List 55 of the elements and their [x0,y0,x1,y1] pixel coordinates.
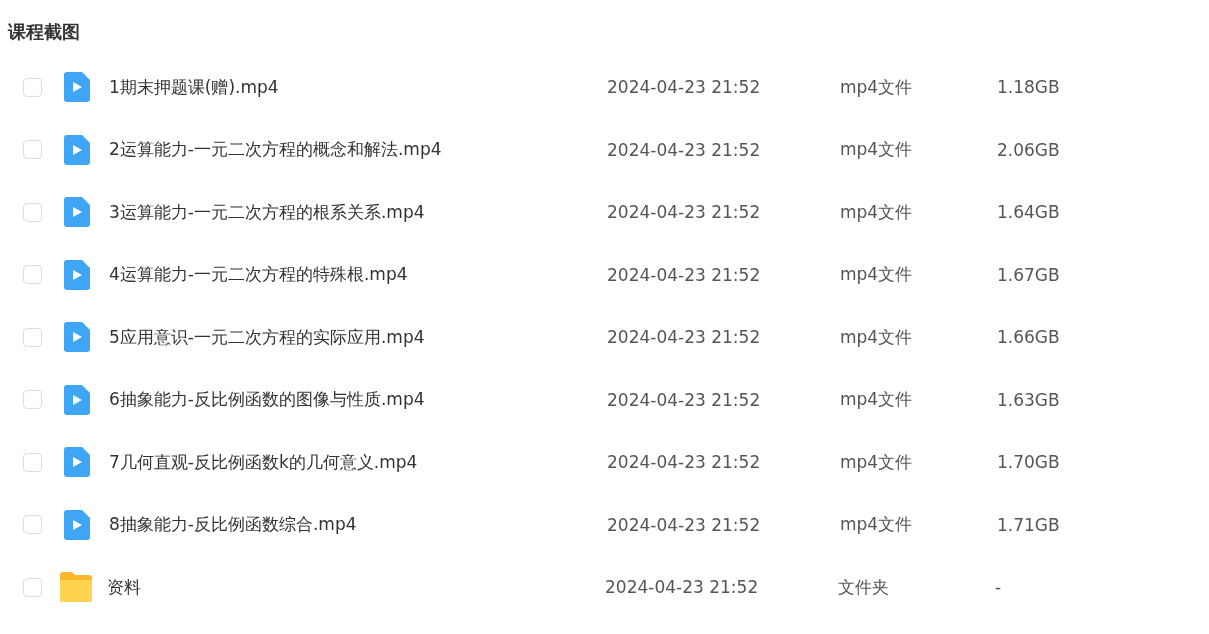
modified-date: 2024-04-23 21:52 [607,389,762,410]
modified-date: 2024-04-23 21:52 [607,77,762,98]
video-file-icon [64,509,90,540]
video-file-icon [64,322,90,353]
video-file-icon [64,259,90,290]
file-size: 1.67GB [997,264,1060,285]
checkbox[interactable] [23,327,42,347]
folder-icon [60,572,92,603]
modified-date: 2024-04-23 21:52 [607,139,762,160]
modified-date: 2024-04-23 21:52 [607,264,762,285]
file-type: 文件夹 [838,575,890,599]
file-name[interactable]: 资料 [107,575,605,599]
checkbox[interactable] [23,77,42,97]
file-name[interactable]: 3运算能力-一元二次方程的根系关系.mp4 [109,200,607,224]
checkbox[interactable] [23,140,42,160]
checkbox[interactable] [23,202,42,222]
file-name[interactable]: 8抽象能力-反比例函数综合.mp4 [109,513,607,537]
video-file-icon [64,384,90,415]
file-type: mp4文件 [840,200,914,224]
modified-date: 2024-04-23 21:52 [607,514,762,535]
file-name[interactable]: 7几何直观-反比例函数k的几何意义.mp4 [109,450,607,474]
section-title: 课程截图 [6,20,81,44]
modified-date: 2024-04-23 21:52 [607,202,762,223]
file-size: 1.66GB [997,327,1060,348]
checkbox[interactable] [23,577,42,597]
file-size: 1.70GB [997,452,1060,473]
file-size: - [995,577,1002,598]
file-type: mp4文件 [840,450,914,474]
file-type: mp4文件 [840,75,914,99]
file-type: mp4文件 [840,513,914,537]
file-name[interactable]: 2运算能力-一元二次方程的概念和解法.mp4 [109,138,607,162]
file-size: 1.18GB [997,77,1060,98]
file-type: mp4文件 [840,388,914,412]
video-file-icon [64,72,90,103]
file-size: 1.71GB [997,514,1060,535]
file-name[interactable]: 1期末押题课(赠).mp4 [109,75,607,99]
video-file-icon [64,447,90,478]
file-type: mp4文件 [840,263,914,287]
file-type: mp4文件 [840,325,914,349]
file-size: 2.06GB [997,139,1060,160]
video-file-icon [64,134,90,165]
file-name[interactable]: 5应用意识-一元二次方程的实际应用.mp4 [109,325,607,349]
modified-date: 2024-04-23 21:52 [607,327,762,348]
file-type: mp4文件 [840,138,914,162]
checkbox[interactable] [23,452,42,472]
checkbox[interactable] [23,515,42,535]
file-size: 1.64GB [997,202,1060,223]
modified-date: 2024-04-23 21:52 [605,577,760,598]
file-name[interactable]: 6抽象能力-反比例函数的图像与性质.mp4 [109,388,607,412]
checkbox[interactable] [23,390,42,410]
file-size: 1.63GB [997,389,1060,410]
modified-date: 2024-04-23 21:52 [607,452,762,473]
video-file-icon [64,197,90,228]
file-name[interactable]: 4运算能力-一元二次方程的特殊根.mp4 [109,263,607,287]
checkbox[interactable] [23,265,42,285]
